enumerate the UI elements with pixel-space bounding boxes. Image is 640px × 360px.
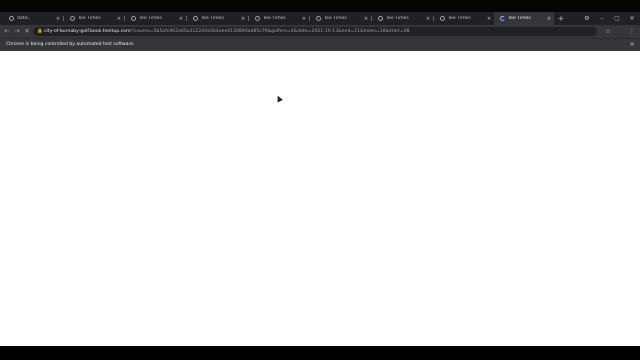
forward-button[interactable]: → [12,25,22,38]
tab-close-icon[interactable]: × [178,16,184,22]
tab-tee-times[interactable]: Tee Times × [64,12,124,25]
tab-tee-times[interactable]: Tee Times × [249,12,309,25]
tab-label: Tee Times [263,16,286,21]
tab-label: data:, [17,16,31,21]
tab-label: Tee Times [386,16,409,21]
tab-close-icon[interactable]: × [546,16,552,22]
automation-infobar: Chrome is being controlled by automated … [0,38,640,51]
tab-data[interactable]: data:, × [3,12,63,25]
infobar-close-icon[interactable]: ✕ [627,39,637,51]
screen-top-border [0,0,640,12]
tab-tee-times[interactable]: Tee Times × [434,12,494,25]
site-icon [255,16,260,21]
site-icon [440,16,445,21]
globe-icon [9,16,14,21]
browser-menu-icon[interactable]: ⋮ [627,25,637,38]
tab-close-icon[interactable]: × [55,16,61,22]
tab-close-icon[interactable]: × [240,16,246,22]
tab-close-icon[interactable]: × [425,16,431,22]
back-button[interactable]: ← [2,25,12,38]
infobar-message: Chrome is being controlled by automated … [6,42,135,47]
tab-close-icon[interactable]: × [301,16,307,22]
tab-label: Tee Times [448,16,471,21]
url-host: city-of-burnaby-golf.book.teeitup.com [44,29,131,34]
tab-label: Tee Times [201,16,224,21]
tab-close-icon[interactable]: × [116,16,122,22]
tab-label: Tee Times [324,16,347,21]
tab-close-icon[interactable]: × [363,16,369,22]
site-icon [378,16,383,21]
tab-close-icon[interactable]: × [486,16,492,22]
screen-bottom-border [0,346,640,360]
loading-spinner-icon [500,16,505,21]
profile-icon[interactable]: ⚙ [581,12,593,25]
tab-tee-times-active[interactable]: Tee Times × [494,12,554,25]
tab-label: Tee Times [78,16,101,21]
address-bar[interactable]: 🔒 city-of-burnaby-golf.book.teeitup.com … [33,27,597,36]
browser-toolbar: ← → ✕ 🔒 city-of-burnaby-golf.book.teeitu… [0,25,640,38]
tab-tee-times[interactable]: Tee Times × [372,12,433,25]
page-content [0,51,640,346]
site-icon [193,16,198,21]
bookmark-star-icon[interactable]: ☆ [603,25,613,38]
tab-label: Tee Times [139,16,162,21]
tab-tee-times[interactable]: Tee Times × [187,12,248,25]
lock-icon[interactable]: 🔒 [36,29,44,34]
window-close-button[interactable]: ✕ [626,12,638,25]
url-path: /?course=5b5afc962a05a312240a5b4aee41308… [130,29,410,34]
site-icon [70,16,75,21]
new-tab-button[interactable]: + [556,12,566,25]
tab-strip: data:, × Tee Times × Tee Times × Tee Tim… [0,12,640,25]
tab-tee-times[interactable]: Tee Times × [310,12,371,25]
site-icon [131,16,136,21]
site-icon [316,16,321,21]
tab-tee-times[interactable]: Tee Times × [125,12,186,25]
minimize-button[interactable]: – [596,12,608,25]
tab-label: Tee Times [508,16,531,21]
stop-reload-button[interactable]: ✕ [22,25,32,38]
maximize-button[interactable]: ▢ [611,12,623,25]
